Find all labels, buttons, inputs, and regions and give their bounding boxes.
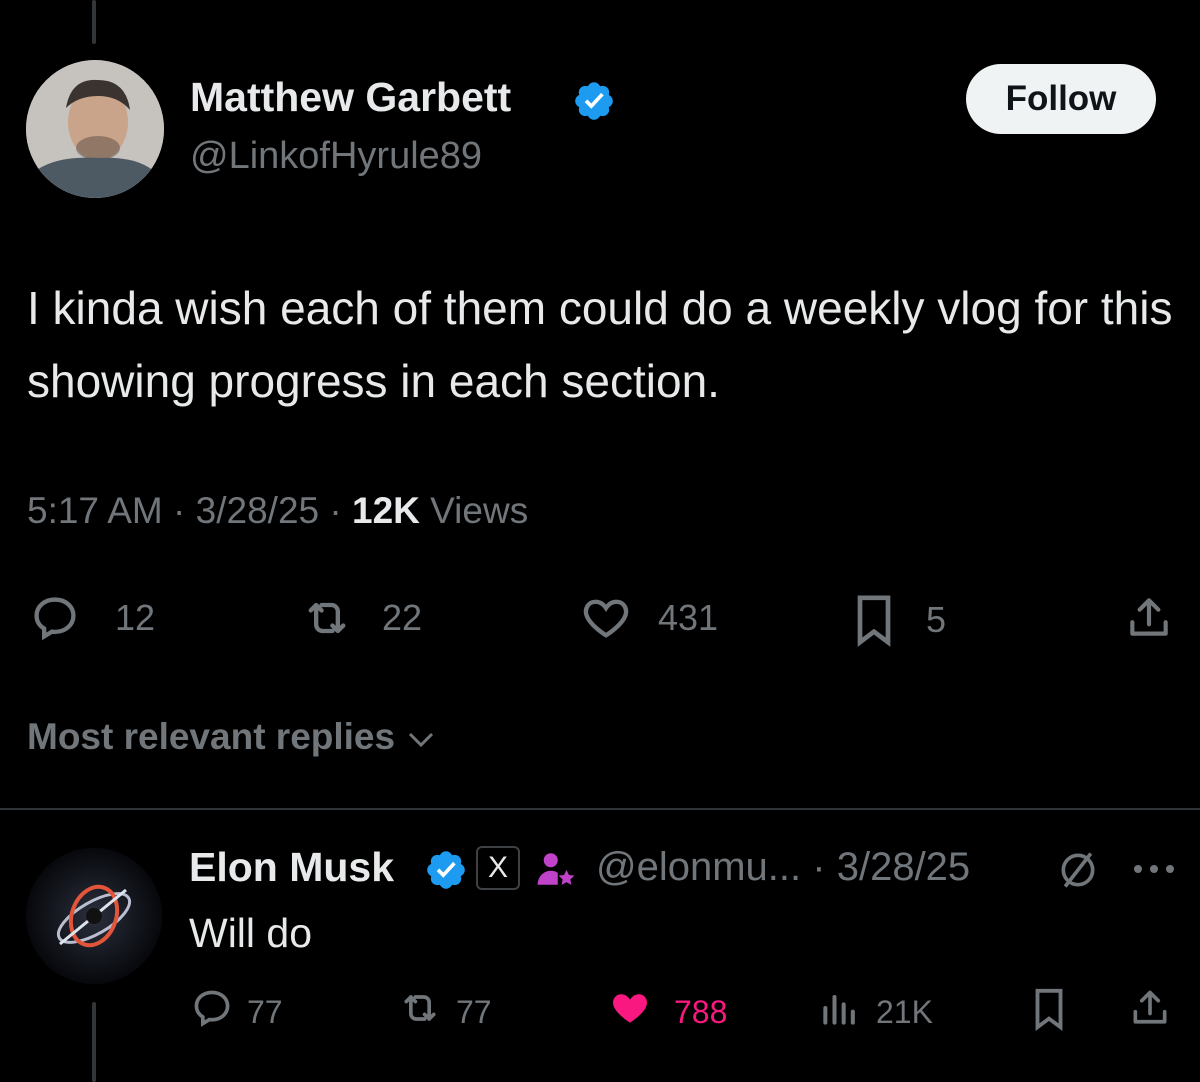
bookmark-button[interactable]: 5 [852, 592, 946, 648]
thread-line-bottom [92, 1002, 96, 1082]
bookmark-count: 5 [926, 599, 947, 640]
reply-sort-dropdown[interactable]: Most relevant replies [27, 716, 435, 758]
follow-button[interactable]: Follow [966, 64, 1156, 134]
reply-button[interactable]: 12 [27, 592, 155, 644]
reply-icon [27, 592, 83, 644]
like-button[interactable]: 431 [578, 592, 718, 644]
repost-count: 22 [382, 597, 423, 638]
like-icon-filled [606, 986, 654, 1038]
like-count: 431 [658, 597, 719, 638]
reply-icon [189, 986, 235, 1038]
reply-reply-button[interactable]: 77 [189, 986, 283, 1038]
author-handle[interactable]: @LinkofHyrule89 [190, 135, 482, 178]
like-icon [578, 592, 634, 644]
author-avatar[interactable] [26, 60, 164, 198]
chevron-down-icon [407, 716, 435, 758]
sort-label: Most relevant replies [27, 716, 396, 757]
reply-share-button[interactable] [1128, 986, 1172, 1038]
meta-separator: · [812, 845, 826, 889]
x-logo-icon: X [487, 851, 508, 884]
verified-icon [424, 848, 468, 892]
share-icon [1128, 986, 1172, 1038]
repost-button[interactable]: 22 [296, 592, 422, 644]
tweet-text: I kinda wish each of them could do a wee… [27, 282, 1173, 407]
divider [0, 808, 1200, 810]
bookmark-icon [852, 592, 896, 648]
reply-handle[interactable]: @elonmu... [596, 845, 801, 889]
views-icon [818, 986, 862, 1038]
repost-icon [394, 986, 446, 1038]
meta-separator: · [329, 490, 342, 531]
bookmark-icon [1030, 986, 1068, 1040]
affiliate-x-badge[interactable]: X [476, 846, 520, 890]
more-icon[interactable] [1132, 862, 1176, 881]
views-label: Views [430, 490, 529, 531]
reply-meta: @elonmu... · 3/28/25 [596, 845, 970, 890]
verified-icon [572, 79, 616, 123]
grok-icon[interactable] [1054, 848, 1102, 897]
tweet-meta: 5:17 AM · 3/28/25 · 12K Views [27, 490, 528, 532]
reply-count: 12 [115, 597, 156, 638]
reply-author-avatar[interactable] [26, 848, 162, 984]
author-name[interactable]: Matthew Garbett [190, 74, 511, 121]
reply-author-name[interactable]: Elon Musk [189, 844, 394, 891]
reply-reply-count: 77 [247, 993, 283, 1030]
reply-date[interactable]: 3/28/25 [837, 845, 970, 889]
reply-repost-button[interactable]: 77 [394, 986, 492, 1038]
reply-bookmark-button[interactable] [1030, 986, 1068, 1040]
share-icon [1124, 592, 1174, 644]
share-button[interactable] [1124, 592, 1174, 644]
reply-repost-count: 77 [456, 993, 492, 1030]
repost-icon [296, 592, 358, 644]
thread-line-top [92, 0, 96, 44]
affiliate-person-icon [535, 848, 577, 895]
reply-views-button[interactable]: 21K [818, 986, 933, 1038]
reply-like-count: 788 [674, 993, 728, 1030]
meta-separator: · [173, 490, 186, 531]
reply-views-count: 21K [876, 993, 933, 1030]
tweet-time[interactable]: 5:17 AM [27, 490, 163, 531]
reply-like-button[interactable]: 788 [606, 986, 727, 1038]
views-count: 12K [352, 490, 420, 531]
tweet-date[interactable]: 3/28/25 [196, 490, 319, 531]
reply-text: Will do [189, 910, 313, 956]
